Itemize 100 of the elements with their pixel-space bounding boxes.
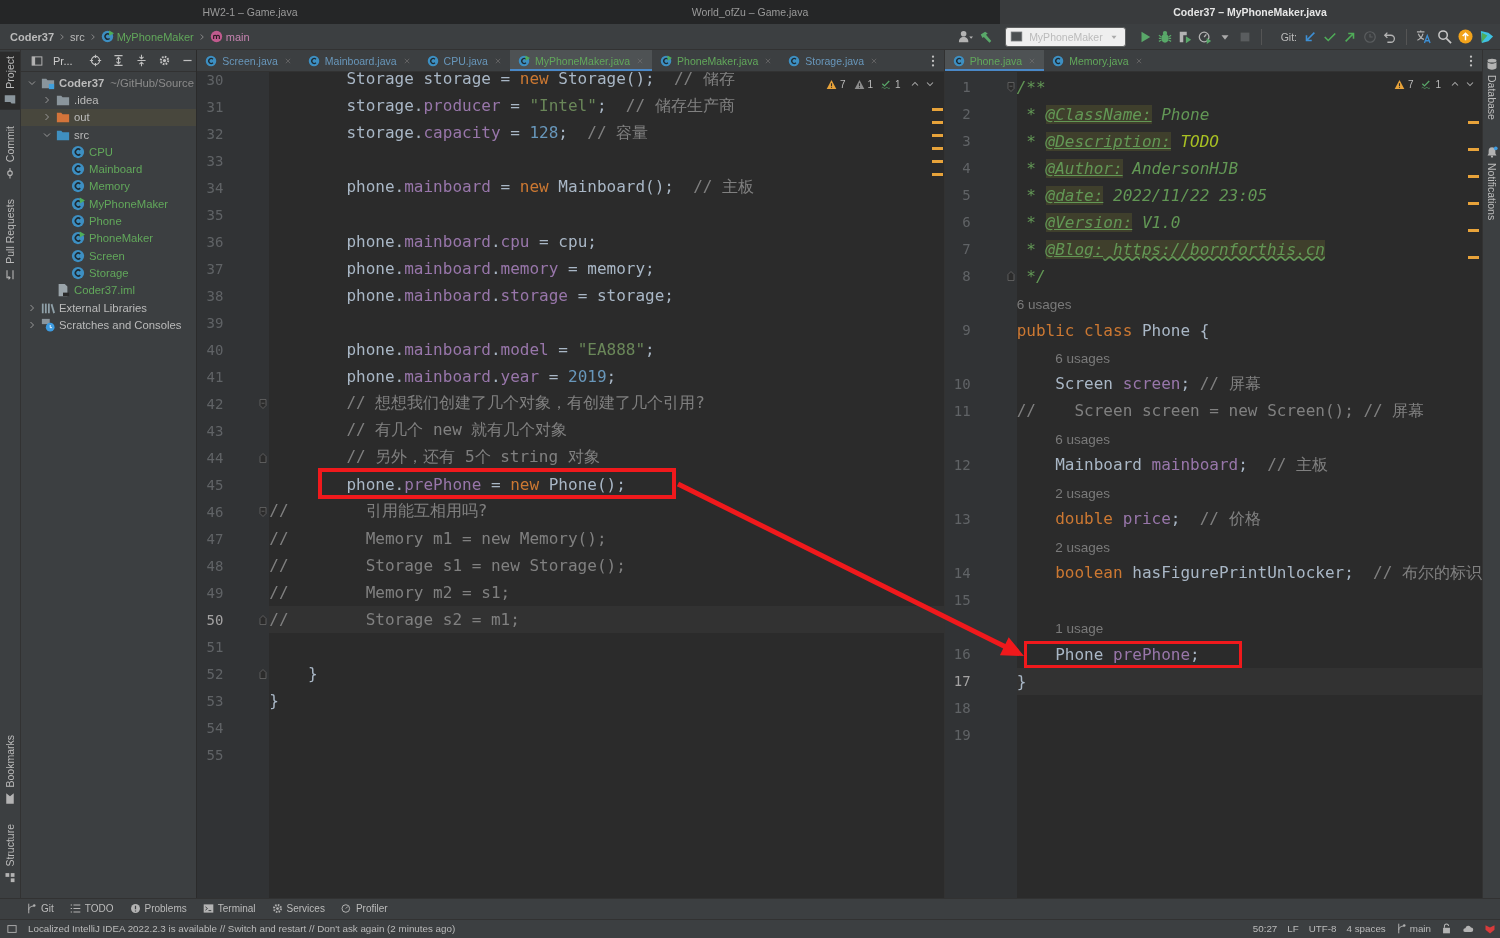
tree-item[interactable]: Coder37.iml [21, 281, 197, 299]
code-line: // 另外，还有 5个 string 对象 [346, 447, 600, 468]
warning-count[interactable]: 7 [1407, 78, 1414, 90]
code-line: // Memory m1 = new Memory(); [269, 529, 607, 548]
code-line: phone.mainboard.cpu = cpu; [346, 232, 597, 251]
window-tab[interactable]: HW2-1 – Game.java [0, 0, 500, 24]
git-label: Git: [1280, 30, 1297, 43]
indent-setting[interactable]: 4 spaces [1346, 923, 1386, 935]
tree-item[interactable]: CPU [21, 143, 197, 161]
code-line: * @Description: TODO [1026, 131, 1219, 151]
code-line: // Storage s1 = new Storage(); [269, 556, 626, 575]
tree-item[interactable]: Storage [21, 264, 197, 282]
code-line: * @Author: AndersonHJB [1026, 158, 1239, 178]
line-number: 50 [205, 611, 224, 628]
git-branch[interactable]: main [1409, 923, 1431, 935]
tool-window-tab[interactable]: Project [0, 52, 20, 110]
tree-item[interactable]: src [21, 125, 197, 144]
tool-window-button[interactable]: Problems [129, 903, 187, 915]
editor-tab[interactable]: CPU.java [418, 50, 510, 71]
code-line: // 引用能互相用吗? [269, 501, 488, 522]
typo-count[interactable]: 1 [895, 78, 901, 90]
code-line: Mainboard mainboard; // 主板 [1055, 454, 1329, 476]
usage-hint[interactable]: 6 usages [1055, 350, 1110, 366]
code-line: public class Phone { [1016, 320, 1210, 340]
tree-item[interactable]: Memory [21, 177, 197, 196]
tool-window-button[interactable]: Profiler [340, 903, 388, 915]
tool-window-tab[interactable]: Structure [0, 820, 20, 889]
breadcrumb-item[interactable]: Coder37 [10, 30, 55, 43]
tree-item[interactable]: out [21, 108, 197, 126]
code-line: * @Version: V1.0 [1026, 212, 1181, 232]
code-line: phone.mainboard = new Mainboard(); // 主板 [346, 177, 755, 198]
tree-item[interactable]: Mainboard [21, 160, 197, 178]
tree-item[interactable]: Phone [21, 212, 197, 230]
code-line: storage.capacity = 128; // 容量 [346, 123, 649, 144]
tree-item[interactable]: Scratches and Consoles [21, 316, 197, 334]
code-line: } [307, 664, 318, 683]
code-line: boolean hasFigurePrintUnlocker; // 布尔的标识 [1055, 562, 1482, 584]
line-number: 17 [952, 673, 971, 689]
tool-window-tab[interactable]: Bookmarks [0, 730, 20, 809]
code-line: */ [1026, 266, 1046, 286]
tree-item[interactable]: PhoneMaker [21, 229, 197, 247]
code-line: // 有几个 new 就有几个对象 [346, 420, 568, 441]
editor-tab[interactable]: Phone.java [944, 50, 1045, 71]
tool-window-button[interactable]: Git [26, 903, 54, 915]
code-line: storage.producer = "Intel"; // 储存生产商 [346, 96, 735, 117]
code-line: /** [1016, 77, 1046, 97]
code-line: * @Blog: https://bornforthis.cn [1026, 239, 1325, 259]
code-line: Phone prePhone; [1055, 644, 1200, 664]
code-line: phone.mainboard.year = 2019; [346, 367, 617, 386]
weak-warning-count[interactable]: 1 [867, 78, 874, 90]
code-line: phone.prePhone = new Phone(); [346, 475, 626, 494]
usage-hint[interactable]: 6 usages [1055, 431, 1110, 447]
code-line: // 想想我们创建了几个对象，有创建了几个引用? [346, 393, 705, 414]
tree-item[interactable]: External Libraries [21, 298, 197, 317]
code-line: phone.mainboard.memory = memory; [346, 259, 655, 278]
code-line: * @ClassName: Phone [1026, 104, 1210, 124]
panel-title[interactable]: Pr... [53, 54, 73, 67]
code-line: Screen screen; // 屏幕 [1055, 373, 1261, 395]
code-line: } [1016, 671, 1027, 691]
breadcrumb-item[interactable]: MyPhoneMaker [116, 30, 194, 43]
tree-item[interactable]: Coder37 ~/GitHub/Source [21, 74, 197, 92]
path-hint: ~/GitHub/Source [110, 76, 195, 89]
usage-hint[interactable]: 2 usages [1055, 539, 1110, 555]
tool-window-button[interactable]: Terminal [202, 903, 256, 915]
code-line: // Storage s2 = m1; [269, 610, 520, 629]
code-line: // Screen screen = new Screen(); // 屏幕 [1016, 400, 1425, 422]
code-line: phone.mainboard.storage = storage; [346, 286, 674, 305]
tool-window-button[interactable]: Services [271, 903, 325, 915]
tree-item[interactable]: MyPhoneMaker [21, 195, 197, 213]
editor-tab[interactable]: PhoneMaker.java [652, 50, 781, 71]
window-tab[interactable]: World_ofZu – Game.java [500, 0, 1000, 24]
code-line: phone.mainboard.model = "EA888"; [346, 340, 655, 359]
editor-tab[interactable]: Mainboard.java [299, 50, 419, 71]
editor-tab[interactable]: Screen.java [197, 50, 300, 71]
warning-count[interactable]: 7 [840, 78, 846, 90]
breadcrumb-item[interactable]: src [70, 30, 85, 43]
caret-position[interactable]: 50:27 [1252, 923, 1278, 935]
editor-tab[interactable]: Storage.java [780, 50, 887, 71]
tool-window-tab[interactable]: Notifications [1483, 141, 1500, 225]
usage-hint[interactable]: 6 usages [1016, 296, 1072, 312]
editor-tab[interactable]: MyPhoneMaker.java [509, 50, 653, 71]
typo-count[interactable]: 1 [1435, 78, 1441, 90]
window-tab[interactable]: Coder37 – MyPhoneMaker.java [1000, 0, 1500, 24]
code-line: * @date: 2022/11/22 23:05 [1026, 185, 1268, 205]
usage-hint[interactable]: 1 usage [1055, 620, 1104, 636]
code-line: } [269, 691, 279, 710]
tool-window-tab[interactable]: Commit [0, 121, 20, 183]
code-line: // Memory m2 = s1; [269, 583, 511, 602]
breadcrumb-item[interactable]: main [225, 30, 250, 43]
tool-window-button[interactable]: TODO [69, 903, 114, 915]
line-separator[interactable]: LF [1287, 923, 1299, 935]
tree-item[interactable]: Screen [21, 246, 197, 265]
code-line: double price; // 价格 [1055, 508, 1261, 530]
tool-window-tab[interactable]: Pull Requests [0, 194, 20, 285]
usage-hint[interactable]: 2 usages [1055, 485, 1110, 501]
editor-tab[interactable]: Memory.java [1044, 50, 1151, 71]
tool-window-tab[interactable]: Database [1483, 54, 1500, 124]
file-encoding[interactable]: UTF-8 [1308, 923, 1337, 935]
tree-item[interactable]: .idea [21, 91, 197, 109]
status-message[interactable]: Localized IntelliJ IDEA 2022.2.3 is available // Switch and restart // Don't ask again (2 minutes ago) [28, 923, 456, 935]
